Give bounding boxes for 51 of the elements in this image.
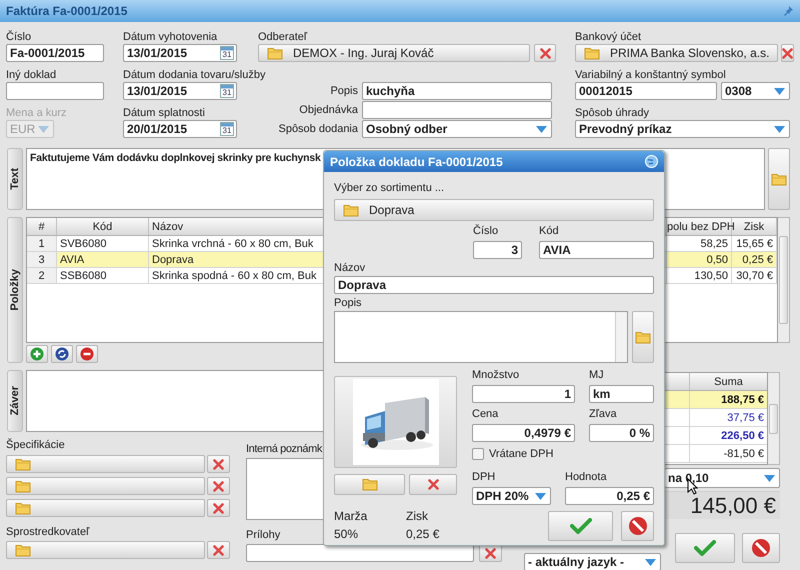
table-cell: SVB6080 xyxy=(57,236,149,251)
field-label: Kód xyxy=(539,224,559,238)
table-cell-text: 37,75 € xyxy=(726,411,765,426)
field-label: Mena a kurz xyxy=(6,106,67,120)
value-text: 50% xyxy=(334,526,360,543)
checkbox-label: Vrátane DPH xyxy=(489,446,554,462)
field-label: Dátum splatnosti xyxy=(123,106,205,120)
table-cell: 1 xyxy=(27,236,57,251)
field-label: Dátum vyhotovenia xyxy=(123,30,218,44)
field-label: Iný doklad xyxy=(6,68,56,82)
table-cell: 0,50 xyxy=(667,252,732,267)
window-title: Faktúra Fa-0001/2015 xyxy=(6,3,128,20)
field-label: MJ xyxy=(589,368,604,382)
field-label: Variabilný a konštantný symbol xyxy=(575,68,726,82)
value-text: 0,25 € xyxy=(406,526,440,543)
field-label: Sprostredkovateľ xyxy=(6,525,90,539)
field-label: Prílohy xyxy=(246,528,280,542)
field-label: Spôsob úhrady xyxy=(575,106,649,120)
table-cell: 30,70 € xyxy=(732,268,777,283)
table-cell: 0,25 € xyxy=(732,252,777,267)
dialog-title: Položka dokladu Fa-0001/2015 xyxy=(330,154,503,170)
field-label: Dátum dodania tovaru/služby xyxy=(123,68,266,82)
field-label: Popis xyxy=(329,84,359,99)
field-label: Číslo xyxy=(473,224,498,238)
field-label: Objednávka xyxy=(298,102,359,118)
field-label: DPH xyxy=(472,470,496,484)
table-cell: 2 xyxy=(27,268,57,283)
field-label: Zisk xyxy=(406,508,429,525)
table-cell: 15,65 € xyxy=(732,236,777,251)
field-label: Cena xyxy=(472,407,498,421)
field-label: Množstvo xyxy=(472,368,520,382)
field-label: Hodnota xyxy=(565,470,607,484)
field-label: Interná poznámk xyxy=(246,442,322,456)
field-label: Odberateľ xyxy=(258,30,308,44)
table-cell-text: -81,50 € xyxy=(722,447,765,462)
table-cell: SSB6080 xyxy=(57,268,149,283)
total-amount: 145,00 € xyxy=(665,491,780,519)
field-label: Číslo xyxy=(6,30,32,44)
table-cell: 58,25 xyxy=(667,236,732,251)
table-cell-text: 188,75 € xyxy=(720,393,765,408)
field-label: Marža xyxy=(334,508,368,525)
field-label: Bankový účet xyxy=(575,30,642,44)
field-label: Špecifikácie xyxy=(6,438,65,452)
table-cell-text: 226,50 € xyxy=(720,429,765,444)
field-label: Popis xyxy=(334,296,362,310)
field-label: Výber zo sortimentu ... xyxy=(334,181,444,195)
field-label: Spôsob dodania xyxy=(277,122,359,137)
table-cell: 3 xyxy=(27,252,57,267)
table-cell: AVIA xyxy=(57,252,149,267)
table-cell: 130,50 xyxy=(667,268,732,283)
field-label: Zľava xyxy=(589,407,617,421)
